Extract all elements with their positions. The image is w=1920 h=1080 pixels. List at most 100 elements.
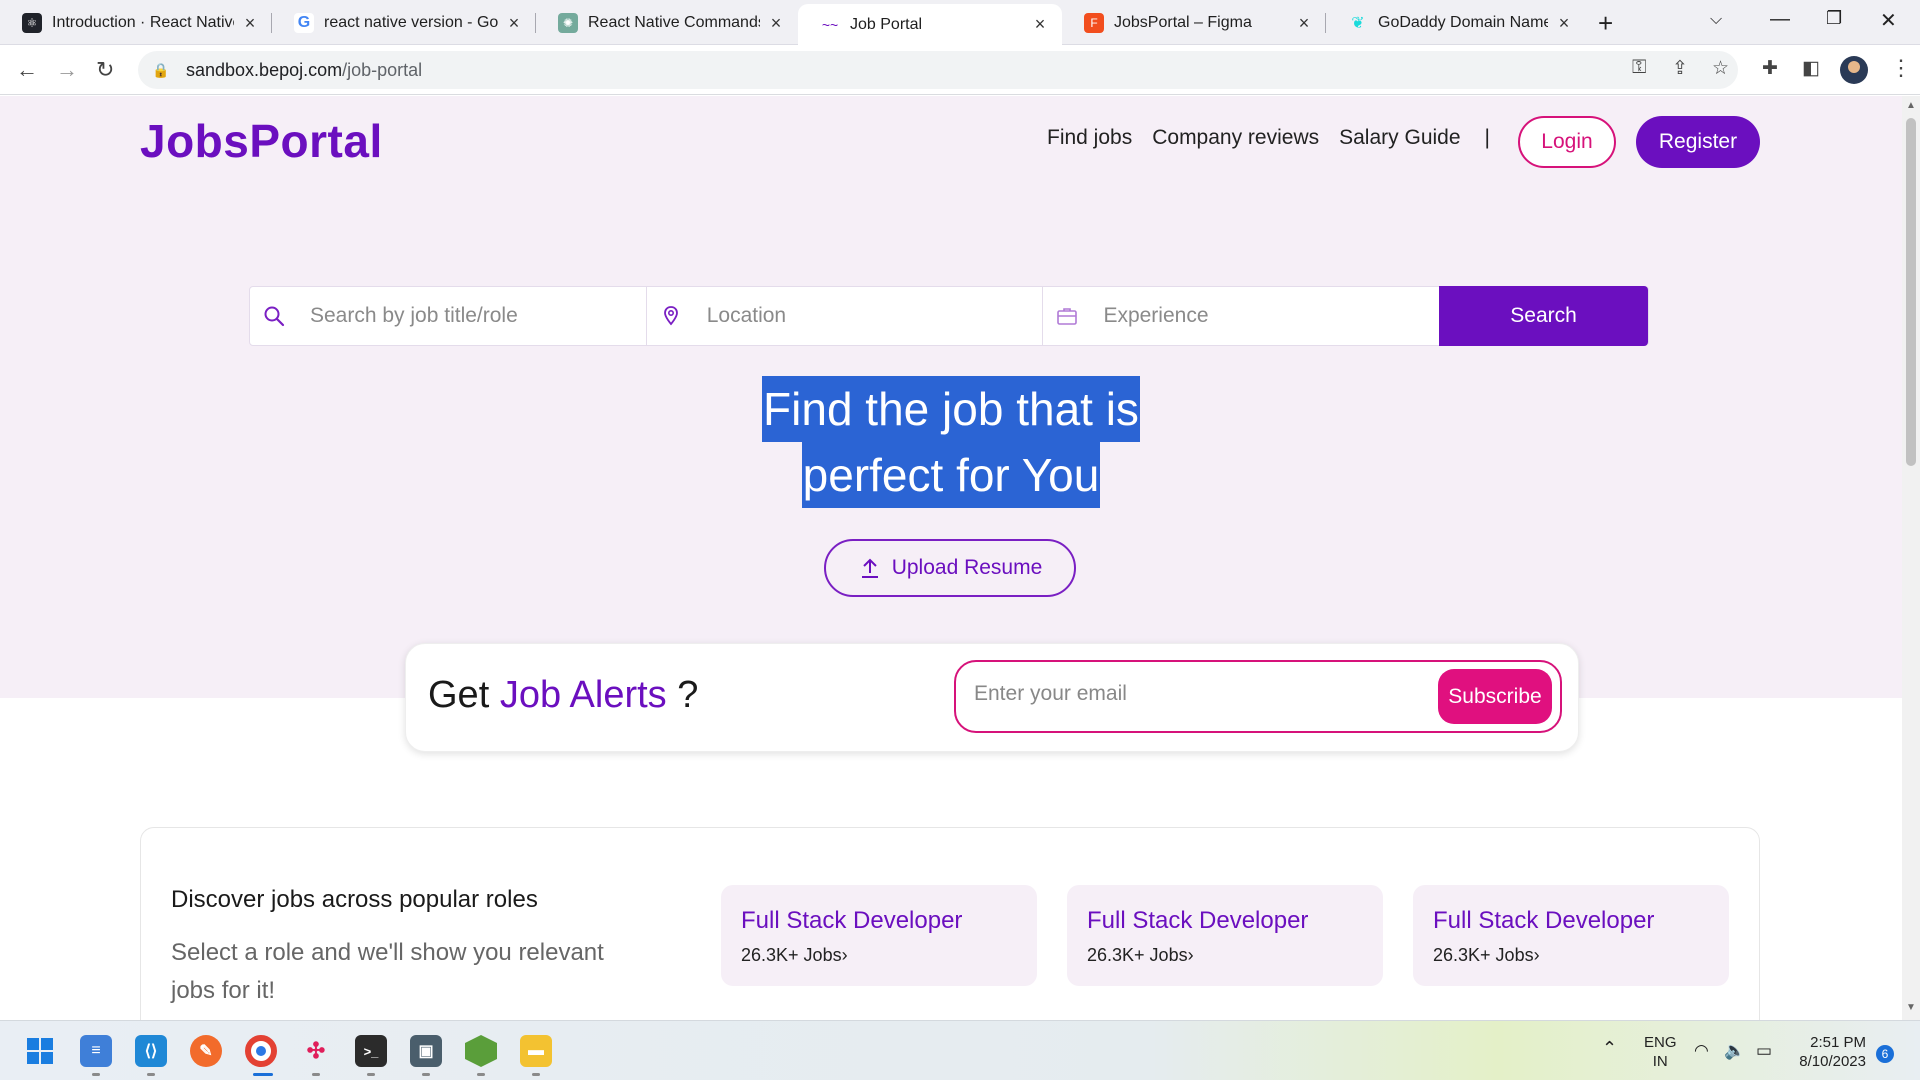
- share-icon[interactable]: ⇪: [1672, 57, 1688, 80]
- hero-headline-line1: Find the job that is: [762, 376, 1140, 442]
- subscribe-button[interactable]: Subscribe: [1438, 669, 1552, 724]
- app-window-icon[interactable]: ▣: [410, 1035, 442, 1067]
- bookmark-star-icon[interactable]: ☆: [1712, 57, 1729, 80]
- wifi-icon[interactable]: ◠: [1694, 1041, 1709, 1060]
- side-panel-icon[interactable]: ◧: [1802, 57, 1820, 80]
- alerts-suffix: ?: [666, 674, 699, 716]
- register-button[interactable]: Register: [1636, 116, 1760, 168]
- role-card[interactable]: Full Stack Developer 26.3K+ Jobs›: [1067, 885, 1383, 986]
- experience-input[interactable]: [1103, 304, 1404, 328]
- popular-roles-subtitle: Select a role and we'll show you relevan…: [171, 939, 604, 1004]
- close-icon[interactable]: ×: [766, 13, 786, 34]
- close-icon[interactable]: ×: [504, 13, 524, 34]
- close-icon[interactable]: ×: [1294, 13, 1314, 34]
- email-input[interactable]: [974, 682, 1414, 706]
- nav-salary-guide[interactable]: Salary Guide: [1339, 126, 1460, 150]
- briefcase-icon: [1057, 308, 1078, 325]
- browser-toolbar: ← → ↻ 🔒 sandbox.bepoj.com/job-portal ⚿ ⇪…: [0, 45, 1920, 95]
- notepad-icon[interactable]: ≡: [80, 1035, 112, 1067]
- close-icon[interactable]: ×: [1030, 14, 1050, 35]
- volume-icon[interactable]: 🔈: [1724, 1041, 1745, 1060]
- running-indicator: [532, 1073, 540, 1076]
- google-icon: G: [294, 13, 314, 33]
- popular-roles-title: Discover jobs across popular roles: [171, 886, 538, 913]
- tab-search-icon[interactable]: ⌵: [1710, 11, 1722, 29]
- language-indicator[interactable]: ENG IN: [1644, 1033, 1677, 1071]
- slack-icon[interactable]: ✣: [300, 1035, 332, 1067]
- hero-headline: Find the job that is perfect for You: [0, 376, 1902, 508]
- job-portal-icon: ~~: [821, 16, 839, 33]
- login-button[interactable]: Login: [1518, 116, 1616, 168]
- site-logo[interactable]: JobsPortal: [140, 114, 383, 168]
- running-indicator: [477, 1073, 485, 1076]
- tab-introduction-react-native[interactable]: ⚛ Introduction · React Native ×: [0, 4, 272, 42]
- experience-field: [1043, 287, 1439, 345]
- nav-find-jobs[interactable]: Find jobs: [1047, 126, 1132, 150]
- minimize-button[interactable]: —: [1770, 8, 1790, 31]
- battery-icon[interactable]: ▭: [1756, 1041, 1772, 1060]
- reload-icon[interactable]: ↻: [96, 57, 114, 83]
- alerts-prefix: Get: [428, 674, 500, 716]
- tab-figma[interactable]: F JobsPortal – Figma ×: [1062, 4, 1326, 42]
- os-taskbar: ≡ ⟨⟩ ✎ ✣ >_ ▣ ▬ ⌃ ENG IN ◠ 🔈 ▭ 2:51 PM 8…: [0, 1020, 1920, 1080]
- running-indicator: [422, 1073, 430, 1076]
- running-indicator: [147, 1073, 155, 1076]
- search-button[interactable]: Search: [1439, 286, 1648, 346]
- url-path: /job-portal: [342, 59, 423, 80]
- close-icon[interactable]: ×: [1554, 13, 1574, 34]
- alerts-accent: Job Alerts: [499, 674, 667, 716]
- page-viewport: JobsPortal Find jobs Company reviews Sal…: [0, 96, 1902, 1020]
- back-icon[interactable]: ←: [16, 57, 38, 83]
- key-icon[interactable]: ⚿: [1632, 57, 1646, 79]
- nav-company-reviews[interactable]: Company reviews: [1152, 126, 1319, 150]
- role-card[interactable]: Full Stack Developer 26.3K+ Jobs›: [721, 885, 1037, 986]
- figma-icon: F: [1084, 13, 1104, 33]
- restore-button[interactable]: ❐: [1826, 8, 1842, 29]
- tab-title: JobsPortal – Figma: [1114, 14, 1252, 31]
- scroll-up-arrow-icon[interactable]: ▲: [1906, 100, 1916, 111]
- tab-job-portal[interactable]: ~~ Job Portal ×: [798, 4, 1062, 45]
- job-search-bar: Search: [249, 286, 1649, 346]
- active-indicator: [253, 1073, 273, 1076]
- godaddy-icon: ❦: [1351, 15, 1365, 32]
- role-name: Full Stack Developer: [1433, 907, 1655, 934]
- file-explorer-icon[interactable]: ▬: [520, 1035, 552, 1067]
- close-window-button[interactable]: ✕: [1880, 8, 1897, 33]
- address-bar[interactable]: 🔒 sandbox.bepoj.com/job-portal: [138, 51, 1738, 89]
- vscode-icon[interactable]: ⟨⟩: [135, 1035, 167, 1067]
- postman-icon[interactable]: ✎: [190, 1035, 222, 1067]
- profile-avatar[interactable]: [1840, 56, 1868, 84]
- menu-kebab-icon[interactable]: ⋮: [1890, 55, 1912, 81]
- chrome-icon[interactable]: [245, 1035, 277, 1067]
- react-icon: ⚛: [22, 13, 42, 33]
- new-tab-button[interactable]: +: [1598, 8, 1613, 39]
- region-code: IN: [1652, 1053, 1668, 1070]
- location-input[interactable]: [706, 304, 1007, 328]
- job-title-field: [250, 287, 647, 345]
- role-job-count: 26.3K+ Jobs›: [741, 945, 848, 965]
- running-indicator: [367, 1073, 375, 1076]
- nodejs-icon[interactable]: [465, 1035, 497, 1067]
- upload-resume-button[interactable]: Upload Resume: [824, 539, 1076, 597]
- tab-godaddy[interactable]: ❦ GoDaddy Domain Name Se ×: [1326, 4, 1586, 42]
- extensions-icon[interactable]: ✚: [1762, 57, 1778, 80]
- clock-date: 8/10/2023: [1799, 1053, 1866, 1070]
- forward-icon[interactable]: →: [56, 57, 78, 83]
- windows-start-icon[interactable]: [24, 1035, 56, 1067]
- scrollbar-thumb[interactable]: [1906, 118, 1916, 466]
- scroll-down-arrow-icon[interactable]: ▼: [1906, 1002, 1916, 1013]
- notification-badge[interactable]: 6: [1876, 1045, 1894, 1063]
- role-card[interactable]: Full Stack Developer 26.3K+ Jobs›: [1413, 885, 1729, 986]
- page-scrollbar[interactable]: ▲ ▼: [1902, 96, 1920, 1020]
- chevron-up-icon[interactable]: ⌃: [1602, 1039, 1617, 1058]
- tab-google-search[interactable]: G react native version - Google ×: [272, 4, 536, 42]
- tab-react-native-commands[interactable]: ✺ React Native Commands ×: [536, 4, 798, 42]
- nav-separator: |: [1484, 126, 1490, 149]
- terminal-icon[interactable]: >_: [355, 1035, 387, 1067]
- tab-title: Job Portal: [850, 15, 923, 33]
- close-icon[interactable]: ×: [240, 13, 260, 34]
- clock[interactable]: 2:51 PM 8/10/2023: [1794, 1033, 1866, 1071]
- running-indicator: [92, 1073, 100, 1076]
- job-title-input[interactable]: [310, 304, 610, 328]
- lock-icon: 🔒: [152, 61, 170, 78]
